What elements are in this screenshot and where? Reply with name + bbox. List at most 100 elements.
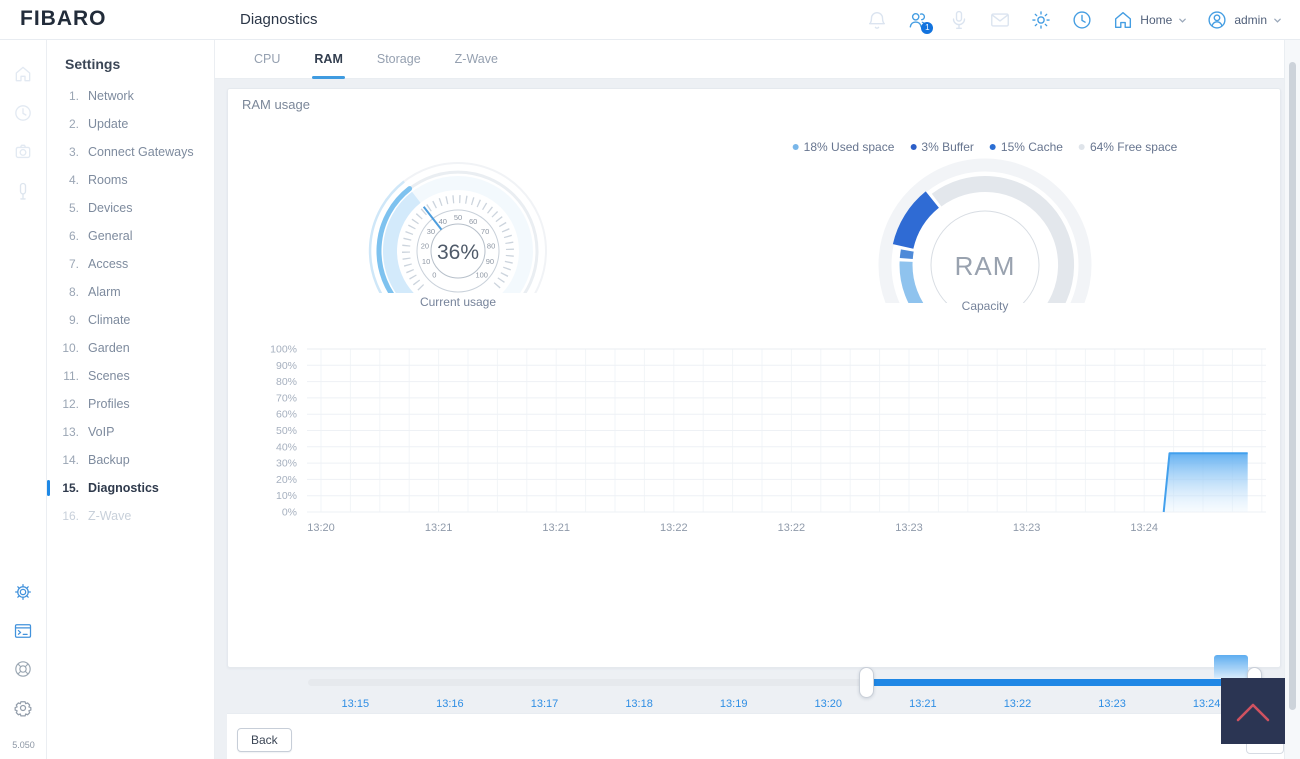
clock-icon[interactable] (1071, 9, 1093, 31)
diagnostics-tabs: CPU RAM Storage Z-Wave (215, 40, 1284, 79)
home-icon (1112, 9, 1134, 31)
gauge-scale-number: 90 (486, 257, 494, 266)
microphone-icon[interactable] (948, 9, 970, 31)
gear-alt-icon[interactable] (13, 698, 33, 718)
sidebar-item-alarm[interactable]: 8. Alarm (47, 278, 214, 306)
scrollbar-thumb[interactable] (1289, 62, 1296, 710)
lifebuoy-icon[interactable] (13, 659, 33, 679)
gear-icon[interactable] (13, 582, 33, 602)
alarm-bell-icon[interactable] (866, 9, 888, 31)
gauge-scale-number: 60 (469, 217, 477, 226)
sidebar-item-climate[interactable]: 9. Climate (47, 306, 214, 334)
sidebar-item-diagnostics[interactable]: 15. Diagnostics (47, 474, 214, 502)
y-axis-label: 70% (276, 392, 297, 404)
gauge-scale-number: 20 (421, 241, 429, 250)
legend-dot (792, 144, 799, 150)
home-selector[interactable]: Home (1112, 9, 1187, 31)
slider-time-label: 13:17 (530, 698, 559, 710)
page-title: Diagnostics (240, 11, 318, 28)
legend-item-buffer[interactable]: 3% Buffer (910, 140, 974, 154)
fibaro-app: FIBARO Diagnostics 1 Home admin 5.050 Se… (0, 0, 1300, 759)
y-axis-label: 0% (282, 507, 297, 519)
y-axis-label: 80% (276, 376, 297, 388)
sidebar-item-devices[interactable]: 5. Devices (47, 194, 214, 222)
sidebar-item-z-wave[interactable]: 16. Z-Wave (47, 502, 214, 530)
slider-selected-range[interactable] (866, 679, 1254, 686)
sidebar-item-scenes[interactable]: 11. Scenes (47, 362, 214, 390)
donut-segment-buffer (899, 249, 914, 260)
footer-bar: Back (227, 713, 1284, 759)
sidebar-item-update[interactable]: 2. Update (47, 110, 214, 138)
sidebar-item-access[interactable]: 7. Access (47, 250, 214, 278)
slider-time-label: 13:18 (625, 698, 653, 710)
legend-dot (910, 144, 917, 150)
gauge-scale-number: 100 (475, 270, 488, 279)
tab-cpu[interactable]: CPU (250, 40, 284, 79)
panel-title: RAM usage (242, 97, 310, 112)
back-button[interactable]: Back (237, 728, 292, 752)
y-axis-label: 60% (276, 409, 297, 421)
corner-widget[interactable] (1221, 678, 1285, 744)
gauge-center-label: RAM (955, 251, 1016, 281)
tab-storage[interactable]: Storage (373, 40, 425, 79)
gauge-scale-number: 30 (427, 227, 435, 236)
current-usage-gauge: 36% 010 20 30 40 50 60 70 80 90 100 (368, 161, 547, 293)
tab-z-wave[interactable]: Z-Wave (451, 40, 502, 79)
x-axis-label: 13:23 (1013, 522, 1041, 534)
legend-item-cache[interactable]: 15% Cache (989, 140, 1063, 154)
legend-item-free-space[interactable]: 64% Free space (1078, 140, 1177, 154)
gauge-caption: Current usage (419, 295, 497, 309)
settings-sidebar: Settings 1. Network 2. Update 3. Connect Gate… (47, 40, 215, 759)
clock-icon[interactable] (13, 103, 33, 123)
x-axis-label: 13:21 (542, 522, 570, 534)
slider-data-preview (1214, 655, 1248, 678)
sidebar-item-network[interactable]: 1. Network (47, 82, 214, 110)
legend-item-used-space[interactable]: 18% Used space (792, 140, 894, 154)
settings-list: 1. Network 2. Update 3. Connect Gateways 4. Roo… (47, 82, 214, 530)
settings-sun-icon[interactable] (1030, 9, 1052, 31)
user-menu[interactable]: admin (1206, 9, 1282, 31)
sidebar-item-rooms[interactable]: 4. Rooms (47, 166, 214, 194)
sidebar-item-general[interactable]: 6. General (47, 222, 214, 250)
users-icon[interactable]: 1 (907, 9, 934, 34)
slider-time-label: 13:20 (814, 698, 843, 710)
version-label: 5.050 (12, 740, 35, 750)
home-icon[interactable] (13, 64, 33, 84)
x-axis-label: 13:22 (778, 522, 806, 534)
gauge-scale-number: 40 (439, 217, 447, 226)
camera-icon[interactable] (13, 142, 33, 162)
slider-time-label: 13:15 (341, 698, 370, 710)
slider-time-label: 13:21 (909, 698, 937, 710)
sidebar-item-connect-gateways[interactable]: 3. Connect Gateways (47, 138, 214, 166)
x-axis-label: 13:22 (660, 522, 688, 534)
icon-rail: 5.050 (0, 40, 47, 759)
y-axis-label: 40% (276, 441, 297, 453)
x-axis-label: 13:24 (1130, 522, 1158, 534)
mail-icon[interactable] (989, 9, 1011, 31)
gauge-scale-number: 10 (422, 257, 430, 266)
gauge-caption: Capacity (961, 299, 1009, 313)
sidebar-item-backup[interactable]: 14. Backup (47, 446, 214, 474)
ram-legend: 18% Used space 3% Buffer 15% Cache 64% Free… (792, 140, 1177, 154)
chevron-down-icon (1274, 18, 1281, 23)
slider-time-labels: 13:15 13:16 13:17 13:18 13:19 13:20 13:21 13:22… (308, 698, 1254, 710)
sidebar-item-garden[interactable]: 10. Garden (47, 334, 214, 362)
sidebar-item-profiles[interactable]: 12. Profiles (47, 390, 214, 418)
y-axis-label: 50% (276, 425, 297, 437)
y-axis-label: 30% (276, 458, 297, 470)
ram-usage-chart: 100% 90% 80% 70% 60% 50% 40% 30% 20% 10% 0% 13:20 13… (270, 344, 1266, 534)
terminal-icon[interactable] (13, 621, 33, 641)
top-header: FIBARO Diagnostics 1 Home admin (0, 0, 1300, 40)
slider-handle-left[interactable] (858, 667, 874, 698)
scrollbar-track[interactable] (1284, 40, 1300, 759)
device-icon[interactable] (13, 181, 33, 201)
sidebar-item-voip[interactable]: 13. VoIP (47, 418, 214, 446)
header-icon-bar: 1 Home admin (866, 0, 1282, 40)
tab-ram[interactable]: RAM (310, 40, 346, 79)
ram-usage-panel: RAM usage 18% Used space 3% Buffer 15% Cac… (227, 88, 1281, 710)
sidebar-heading: Settings (65, 56, 121, 72)
gauge-scale-number: 0 (432, 270, 436, 279)
x-axis-label: 13:20 (307, 522, 335, 534)
slider-time-label: 13:19 (719, 698, 748, 710)
chevron-up-icon (1236, 703, 1270, 722)
